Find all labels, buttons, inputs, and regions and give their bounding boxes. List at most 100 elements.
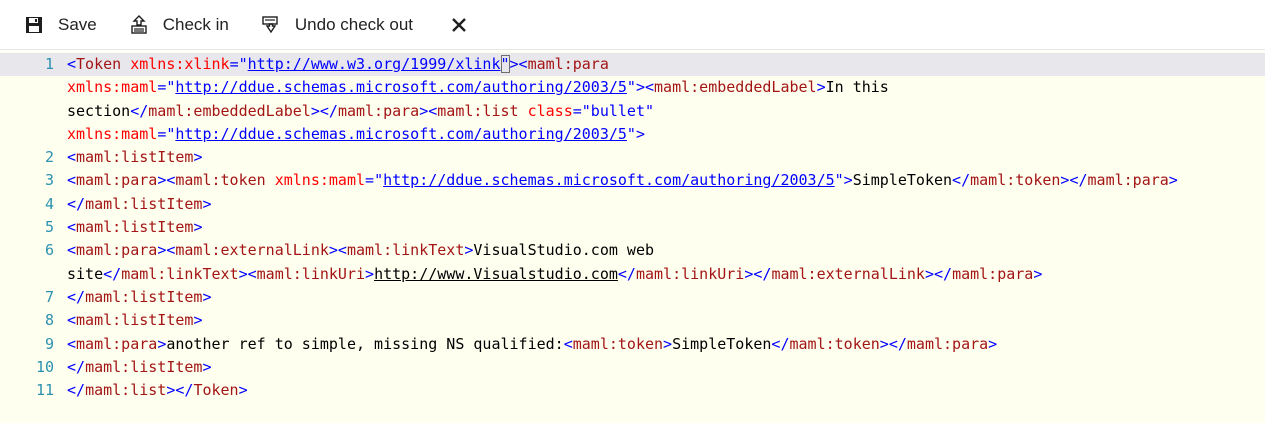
line-number: 3 bbox=[44, 171, 54, 190]
code-line[interactable]: 10 </maml:listItem> bbox=[0, 356, 1265, 379]
xml-bracket: < bbox=[67, 55, 77, 73]
xml-element-name: maml:para bbox=[1087, 171, 1169, 190]
check-in-label: Check in bbox=[162, 14, 229, 34]
xml-bracket: </ bbox=[771, 334, 790, 353]
line-content: site</maml:linkText><maml:linkUri>http:/… bbox=[67, 263, 1042, 286]
xml-bracket: > bbox=[365, 264, 375, 283]
xml-bracket: </ bbox=[67, 357, 86, 376]
xml-element-name: maml:token bbox=[572, 334, 664, 353]
xml-bracket: </ bbox=[103, 264, 122, 283]
xml-bracket: < bbox=[67, 241, 77, 260]
xml-bracket: >< bbox=[157, 241, 176, 260]
xml-bracket: ></ bbox=[1060, 171, 1088, 190]
code-line[interactable]: 2 <maml:listItem> bbox=[0, 146, 1265, 169]
xml-url-link[interactable]: http://www.w3.org/1999/xlink bbox=[248, 55, 501, 73]
line-content: <maml:listItem> bbox=[67, 309, 202, 332]
xml-bracket: > bbox=[193, 148, 203, 167]
undo-check-out-button[interactable]: Undo check out bbox=[261, 15, 413, 35]
line-content: <Token xmlns:xlink="http://www.w3.org/19… bbox=[67, 53, 609, 76]
code-line[interactable]: 11 </maml:list></Token> bbox=[0, 379, 1265, 402]
xml-bracket: ></ bbox=[879, 334, 907, 353]
line-number: 6 bbox=[44, 241, 54, 260]
xml-url-link[interactable]: http://ddue.schemas.microsoft.com/author… bbox=[175, 78, 627, 96]
line-content: <maml:para><maml:token xmlns:maml="http:… bbox=[67, 169, 1178, 192]
xml-element-name: Token bbox=[76, 55, 122, 73]
xml-attribute-name: xmlns:maml bbox=[67, 124, 158, 143]
code-line[interactable]: 3 <maml:para><maml:token xmlns:maml="http… bbox=[0, 169, 1265, 192]
xml-bracket: ></ bbox=[744, 264, 772, 283]
xml-element-name: maml:embeddedLabel bbox=[148, 101, 311, 120]
line-content: xmlns:maml= "http://ddue.schemas.microsof… bbox=[67, 123, 645, 146]
xml-element-name: maml:para bbox=[76, 334, 158, 353]
code-line[interactable]: site</maml:linkText><maml:linkUri>http:/… bbox=[0, 263, 1265, 286]
code-line[interactable]: 6 <maml:para><maml:externalLink><maml:lin… bbox=[0, 239, 1265, 262]
line-number: 8 bbox=[44, 311, 54, 330]
xml-bracket: ></ bbox=[166, 381, 194, 400]
code-line[interactable]: 5 <maml:listItem> bbox=[0, 216, 1265, 239]
xml-bracket: = bbox=[572, 101, 582, 120]
line-number: 7 bbox=[44, 287, 54, 306]
code-line[interactable]: 9 <maml:para>another ref to simple, missi… bbox=[0, 333, 1265, 356]
xml-bracket: < bbox=[67, 334, 77, 353]
code-line[interactable]: section</maml:embeddedLabel></maml:para>… bbox=[0, 100, 1265, 123]
code-line[interactable]: 8 <maml:listItem> bbox=[0, 309, 1265, 332]
xml-bracket: </ bbox=[617, 264, 636, 283]
xml-attribute-value: " bbox=[238, 55, 248, 73]
undo-checkout-icon bbox=[261, 15, 281, 35]
check-in-icon bbox=[129, 14, 149, 35]
xml-url-link[interactable]: http://ddue.schemas.microsoft.com/author… bbox=[175, 125, 627, 143]
xml-text: VisualStudio.com web bbox=[473, 241, 655, 260]
xml-bracket: > bbox=[1168, 171, 1178, 190]
xml-element-name: maml:linkText bbox=[346, 241, 465, 260]
code-line[interactable]: xmlns:maml= "http://ddue.schemas.microsof… bbox=[0, 123, 1265, 146]
line-content: <maml:listItem> bbox=[67, 216, 202, 239]
xml-bracket: >< bbox=[635, 78, 655, 97]
xml-element-name: maml:listItem bbox=[76, 218, 194, 237]
code-line[interactable]: 7 </maml:listItem> bbox=[0, 286, 1265, 309]
xml-attribute-value: " bbox=[500, 55, 510, 73]
xml-element-name: maml:para bbox=[527, 55, 609, 73]
save-label: Save bbox=[58, 14, 97, 34]
undo-check-out-label: Undo check out bbox=[294, 14, 414, 34]
xml-element-name: maml:listItem bbox=[85, 194, 203, 213]
line-number: 1 bbox=[44, 55, 54, 73]
code-line[interactable]: 1 <Token xmlns:xlink="http://www.w3.org/1… bbox=[0, 53, 1265, 77]
save-button[interactable]: Save bbox=[24, 15, 97, 35]
xml-bracket: = bbox=[157, 124, 167, 143]
xml-attribute-name: class bbox=[527, 101, 573, 120]
close-button[interactable] bbox=[449, 15, 469, 35]
xml-text bbox=[519, 102, 528, 120]
xml-element-name: Token bbox=[193, 381, 239, 400]
xml-code-editor[interactable]: 1 <Token xmlns:xlink="http://www.w3.org/1… bbox=[0, 51, 1265, 423]
line-content: <maml:para><maml:externalLink><maml:link… bbox=[67, 239, 654, 262]
xml-bracket: < bbox=[67, 148, 77, 167]
xml-text: In this bbox=[825, 78, 889, 97]
xml-element-name: maml:para bbox=[76, 171, 158, 190]
xml-element-name: maml:list bbox=[85, 381, 167, 400]
xml-bracket: > bbox=[202, 194, 212, 213]
code-line[interactable]: 4 </maml:listItem> bbox=[0, 193, 1265, 216]
check-in-button[interactable]: Check in bbox=[129, 15, 229, 35]
xml-attribute-name: xmlns:maml bbox=[274, 171, 366, 190]
xml-bracket: </ bbox=[67, 381, 86, 400]
xml-bracket: = bbox=[365, 171, 375, 190]
code-area[interactable]: 1 <Token xmlns:xlink="http://www.w3.org/1… bbox=[0, 51, 1265, 402]
toolbar: Save Check in Undo check out bbox=[0, 0, 1265, 50]
xml-text: SimpleToken bbox=[672, 334, 772, 353]
xml-bracket: >< bbox=[509, 55, 528, 73]
xml-element-name: maml:listItem bbox=[85, 357, 203, 376]
xml-bracket: < bbox=[67, 171, 77, 190]
xml-text: another ref to simple, missing NS qualif… bbox=[166, 334, 564, 353]
xml-bracket: > bbox=[635, 124, 645, 143]
xml-bracket: >< bbox=[157, 171, 176, 190]
xml-bracket: > bbox=[202, 287, 212, 306]
xml-bracket: </ bbox=[67, 287, 86, 306]
line-number: 4 bbox=[44, 194, 54, 213]
line-number: 11 bbox=[35, 381, 54, 400]
xml-url-link[interactable]: http://ddue.schemas.microsoft.com/author… bbox=[383, 171, 835, 189]
xml-attribute-value: " bbox=[374, 171, 384, 190]
xml-element-name: maml:para bbox=[337, 101, 420, 120]
code-line[interactable]: xmlns:maml= "http://ddue.schemas.microsof… bbox=[0, 76, 1265, 99]
xml-bracket: > bbox=[988, 334, 998, 353]
line-number: 5 bbox=[44, 218, 54, 237]
